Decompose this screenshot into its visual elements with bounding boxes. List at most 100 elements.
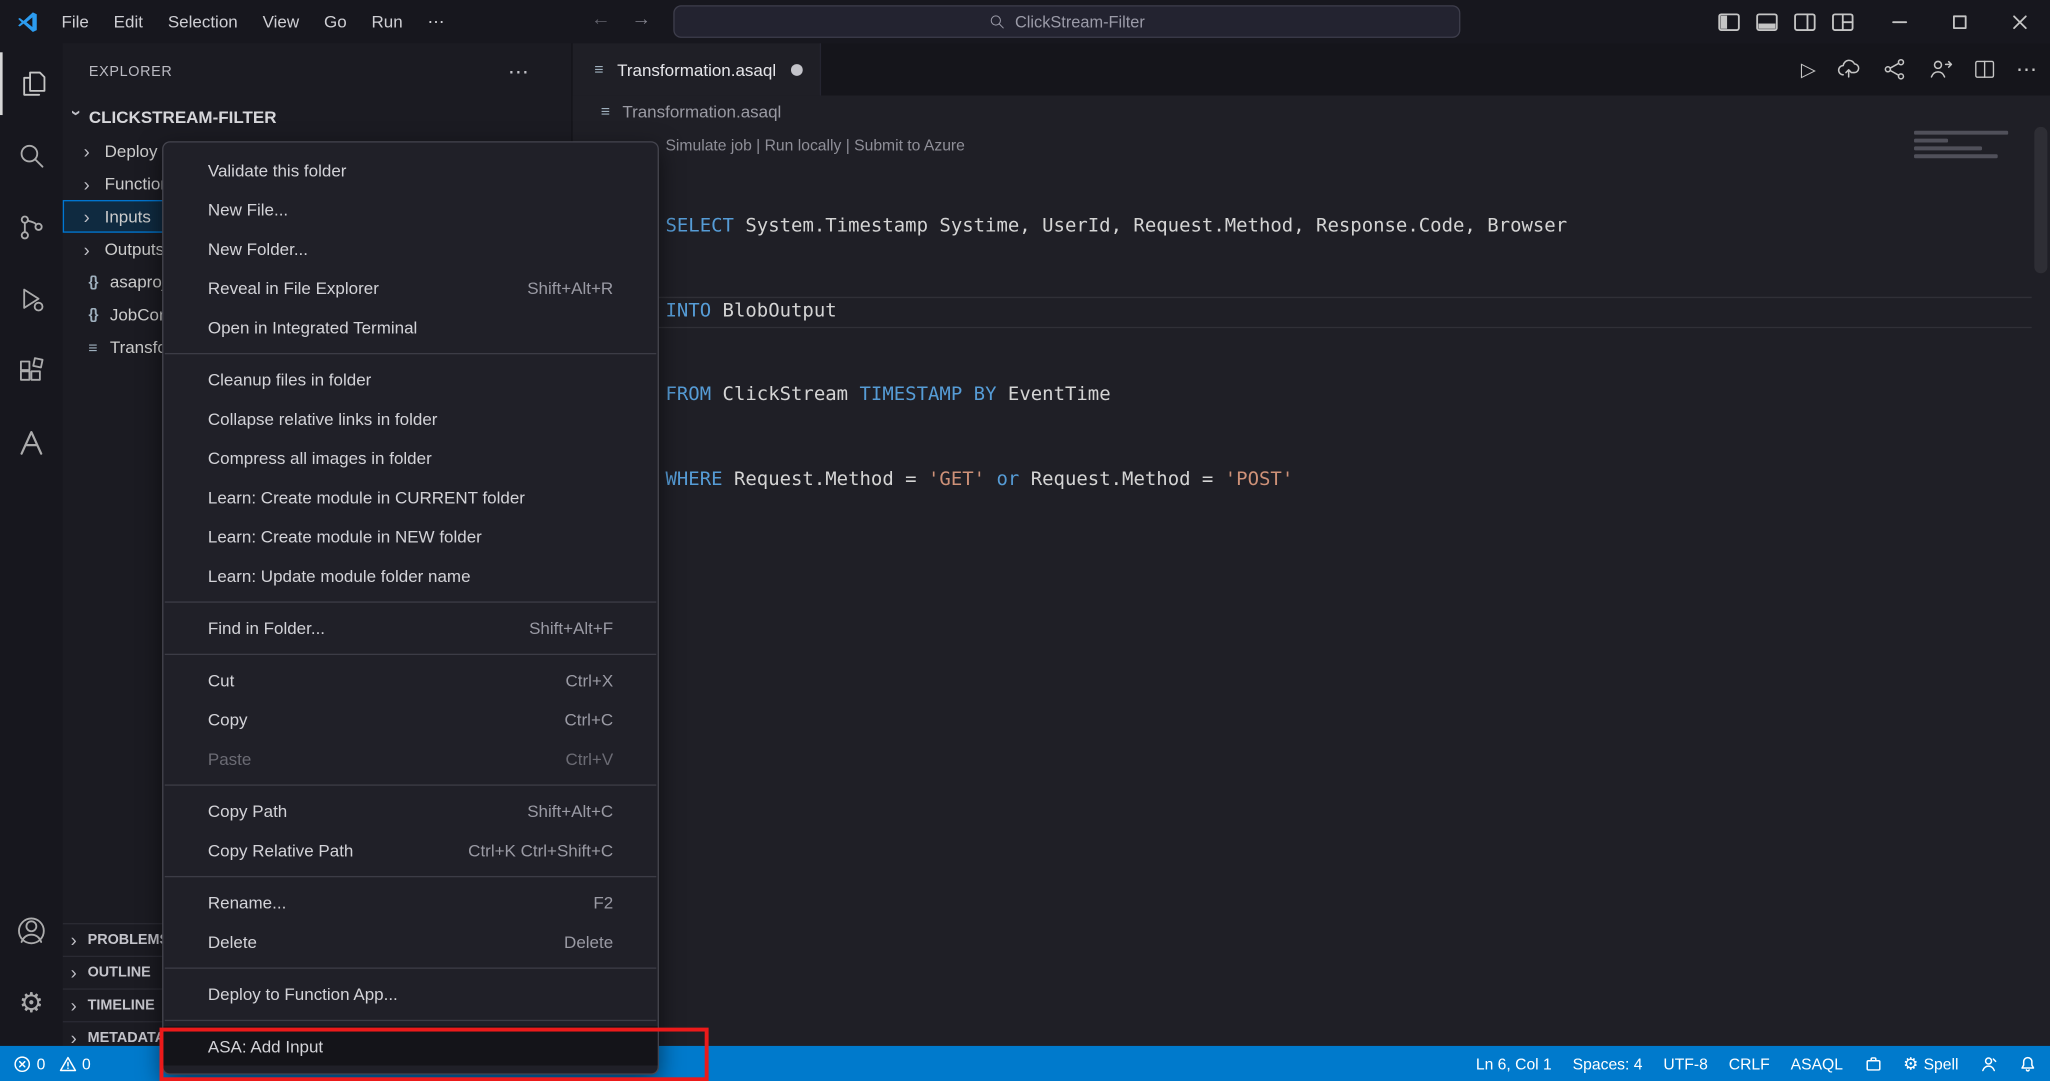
file-icon: ≡	[594, 60, 604, 79]
breadcrumb: ≡ Transformation.asaql	[573, 95, 2050, 126]
context-menu-item-deploy-function-app[interactable]: Deploy to Function App...	[163, 974, 657, 1013]
search-box[interactable]: ClickStream-Filter	[673, 5, 1461, 38]
toggle-secondary-sidebar-icon[interactable]	[1794, 12, 1816, 31]
status-person-icon[interactable]	[1979, 1054, 1997, 1072]
menu-view[interactable]: View	[251, 6, 311, 37]
minimap[interactable]	[1914, 130, 2029, 162]
menu-run[interactable]: Run	[360, 6, 415, 37]
menubar: File Edit Selection View Go Run ⋯	[50, 6, 457, 37]
explorer-more-icon[interactable]: ⋯	[508, 59, 530, 85]
forward-icon[interactable]: →	[631, 8, 651, 30]
file-icon: ≡	[88, 337, 98, 357]
status-language[interactable]: ASAQL	[1791, 1054, 1843, 1072]
context-menu-item-cleanup[interactable]: Cleanup files in folder	[163, 360, 657, 399]
maximize-button[interactable]	[1930, 0, 1990, 43]
json-file-icon: {}	[88, 306, 99, 323]
hierarchy-icon[interactable]	[1881, 56, 1907, 82]
menu-more-icon[interactable]: ⋯	[416, 6, 457, 37]
breadcrumb-item[interactable]: Transformation.asaql	[622, 101, 781, 121]
live-share-icon[interactable]	[1927, 56, 1953, 82]
context-menu-item-find-in-folder[interactable]: Find in Folder... Shift+Alt+F	[163, 608, 657, 647]
status-eol[interactable]: CRLF	[1729, 1054, 1770, 1072]
error-icon	[14, 1055, 31, 1072]
settings-gear-icon[interactable]: ⚙	[0, 971, 63, 1034]
search-value: ClickStream-Filter	[1014, 12, 1145, 31]
chevron-right-icon: ›	[70, 929, 77, 951]
chevron-down-icon: ›	[66, 109, 88, 116]
tab-bar: ≡ Transformation.asaql ▷ ⋯	[572, 43, 2050, 96]
more-actions-icon[interactable]: ⋯	[2016, 56, 2037, 82]
context-menu-item-new-file[interactable]: New File...	[163, 190, 657, 229]
customize-layout-icon[interactable]	[1832, 12, 1854, 31]
codelens-actions[interactable]: Simulate job | Run locally | Submit to A…	[665, 136, 964, 154]
menu-file[interactable]: File	[50, 6, 101, 37]
current-line-highlight	[572, 296, 2032, 329]
context-menu-item-learn-update[interactable]: Learn: Update module folder name	[163, 556, 657, 595]
file-icon: ≡	[600, 101, 610, 121]
chevron-right-icon: ›	[83, 238, 90, 260]
account-icon[interactable]	[0, 899, 63, 962]
editor-actions: ▷ ⋯	[1801, 43, 2037, 95]
context-menu-item-rename[interactable]: Rename... F2	[163, 882, 657, 921]
menu-separator	[164, 1019, 657, 1021]
status-spell-checker[interactable]: ⚙ Spell	[1903, 1053, 1958, 1074]
explorer-root-folder[interactable]: › CLICKSTREAM-FILTER	[63, 101, 572, 132]
search-sidebar-icon[interactable]	[0, 124, 63, 187]
split-editor-icon[interactable]	[1973, 58, 1997, 82]
status-cursor-position[interactable]: Ln 6, Col 1	[1476, 1054, 1552, 1072]
context-menu-item-copy[interactable]: Copy Ctrl+C	[163, 699, 657, 738]
code-editor[interactable]: Simulate job | Run locally | Submit to A…	[572, 126, 2050, 1046]
explorer-title: EXPLORER	[88, 64, 173, 80]
chevron-right-icon: ›	[83, 173, 90, 195]
titlebar: File Edit Selection View Go Run ⋯ ← → Cl…	[0, 0, 2050, 44]
source-control-icon[interactable]	[0, 196, 63, 259]
context-menu-item-compress-images[interactable]: Compress all images in folder	[163, 438, 657, 477]
context-menu-item-learn-current[interactable]: Learn: Create module in CURRENT folder	[163, 477, 657, 516]
context-menu-item-reveal[interactable]: Reveal in File Explorer Shift+Alt+R	[163, 268, 657, 307]
run-query-icon[interactable]: ▷	[1801, 58, 1816, 81]
run-debug-icon[interactable]	[0, 268, 63, 331]
context-menu-item-paste: Paste Ctrl+V	[207, 748, 614, 769]
status-extension-icon[interactable]	[1864, 1054, 1882, 1072]
context-menu-item-copy-path[interactable]: Copy Path Shift+Alt+C	[163, 791, 657, 830]
status-problems[interactable]: 0 0	[13, 1054, 91, 1073]
context-menu-item-new-folder[interactable]: New Folder...	[163, 229, 657, 268]
context-menu-item-cut[interactable]: Cut Ctrl+X	[163, 660, 657, 699]
menu-edit[interactable]: Edit	[102, 6, 155, 37]
chevron-right-icon: ›	[70, 962, 77, 984]
toggle-sidebar-icon[interactable]	[1718, 12, 1740, 31]
code-line: SELECT System.Timestamp Systime, UserId,…	[665, 215, 1568, 237]
azure-icon[interactable]	[0, 412, 63, 475]
activity-bar: ⚙	[0, 43, 63, 1046]
context-menu: Validate this folder New File... New Fol…	[162, 141, 659, 1075]
menu-separator	[164, 875, 657, 877]
context-menu-item-delete[interactable]: Delete Delete	[163, 922, 657, 961]
code-line: WHERE Request.Method = 'GET' or Request.…	[665, 468, 1294, 490]
notifications-bell-icon[interactable]	[2019, 1054, 2037, 1072]
context-menu-item-collapse-links[interactable]: Collapse relative links in folder	[163, 399, 657, 438]
status-encoding[interactable]: UTF-8	[1663, 1054, 1707, 1072]
spell-icon: ⚙	[1903, 1053, 1919, 1073]
chevron-right-icon: ›	[70, 994, 77, 1016]
scrollbar[interactable]	[2032, 126, 2050, 1046]
menu-selection[interactable]: Selection	[156, 6, 249, 37]
menu-separator	[164, 352, 657, 354]
extensions-icon[interactable]	[0, 340, 63, 403]
toggle-panel-icon[interactable]	[1756, 12, 1778, 31]
context-menu-item-learn-new[interactable]: Learn: Create module in NEW folder	[163, 516, 657, 555]
menu-go[interactable]: Go	[312, 6, 358, 37]
json-file-icon: {}	[88, 273, 99, 290]
back-icon[interactable]: ←	[591, 8, 611, 30]
context-menu-item-validate-folder[interactable]: Validate this folder	[163, 150, 657, 189]
status-indentation[interactable]: Spaces: 4	[1573, 1054, 1643, 1072]
tab-transformation[interactable]: ≡ Transformation.asaql	[572, 43, 821, 96]
explorer-icon[interactable]	[0, 52, 65, 116]
context-menu-item-copy-relative-path[interactable]: Copy Relative Path Ctrl+K Ctrl+Shift+C	[163, 830, 657, 869]
editor-group: ≡ Transformation.asaql ▷ ⋯ ≡ Transformat…	[572, 43, 2050, 1046]
code-line: FROM ClickStream TIMESTAMP BY EventTime	[665, 384, 1111, 406]
menu-separator	[164, 653, 657, 655]
cloud-upload-icon[interactable]	[1836, 56, 1862, 82]
context-menu-item-open-terminal[interactable]: Open in Integrated Terminal	[163, 307, 657, 346]
close-button[interactable]	[1990, 0, 2050, 43]
minimize-button[interactable]	[1870, 0, 1930, 43]
